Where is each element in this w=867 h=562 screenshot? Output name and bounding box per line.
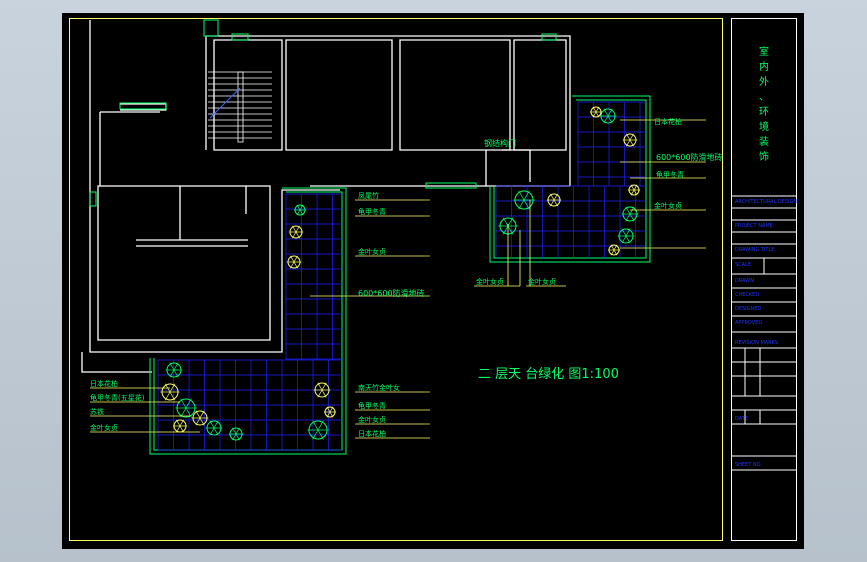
label-tile-left: 600*600防滑地砖	[358, 288, 425, 298]
label-left-l4: 金叶女贞	[90, 423, 118, 432]
plant-branch	[317, 420, 324, 431]
title-block-row: CHECKED	[735, 292, 759, 298]
label-center-b1: 南天竹金叶女	[358, 383, 400, 392]
title-block-char: 外	[759, 77, 769, 88]
title-block-row: APPROVED	[735, 320, 762, 326]
label-lower-bottom-l: 金叶女贞	[476, 277, 504, 286]
title-block-row: SCALE	[735, 262, 751, 268]
plant-branch	[502, 217, 509, 227]
plant-branch	[518, 190, 525, 201]
plant-branch	[180, 398, 187, 409]
tile-grid-right	[495, 101, 646, 258]
label-left-l3: 苏铁	[90, 407, 104, 416]
label-center-b4: 日本花柏	[358, 429, 386, 438]
title-block-row: REVISION MARKS	[735, 340, 778, 346]
plant-branch	[518, 199, 525, 210]
label-center-b3: 金叶女贞	[358, 415, 386, 424]
title-block-char: 、	[759, 92, 769, 103]
title-block-row: ARCHITECTURAL DESIGN	[735, 199, 797, 205]
stairs	[208, 71, 272, 143]
title-block-char: 装	[759, 137, 769, 148]
title-block-char: 室	[759, 47, 769, 58]
plant-branch	[164, 391, 171, 401]
title-block-row: DRAWN	[735, 278, 754, 284]
title-block-row: SHEET NO.	[735, 462, 762, 468]
title-block-row: DRAWING TITLE	[735, 247, 774, 253]
plant-branch	[507, 217, 514, 227]
label-center-t2: 龟甲冬青	[358, 207, 386, 216]
title-block-vertical-text: 室内外、环境装饰	[731, 45, 797, 165]
label-right-r1: 日本花柏	[654, 117, 682, 126]
title-block-char: 内	[759, 62, 769, 73]
label-right-r3: 金叶女贞	[654, 201, 682, 210]
title-block-row: DATE	[735, 416, 748, 422]
title-block-char: 环	[759, 107, 769, 118]
title-block-row: DESIGNED	[735, 306, 761, 312]
drawing-title: 二 层天 台绿化 图1:100	[478, 367, 619, 382]
building-walls	[81, 20, 571, 373]
label-center-b2: 龟甲冬青	[358, 401, 386, 410]
label-left-l2: 龟甲冬青(五星花)	[90, 393, 145, 402]
title-block-char: 饰	[759, 152, 769, 163]
label-tile-top: 600*600防滑地砖	[656, 152, 723, 162]
plant-branch	[502, 225, 509, 235]
plant-branch	[169, 391, 176, 401]
plant-branch	[507, 225, 514, 235]
title-block-grid	[731, 195, 797, 471]
plant-branch	[169, 383, 176, 393]
title-block-text: ARCHITECTURAL DESIGN PROJECT NAME DRAWING …	[735, 199, 797, 468]
label-right-r2: 龟甲冬青	[656, 170, 684, 179]
tile-grid-left	[157, 193, 342, 451]
label-rect-room: 钢结构门	[484, 138, 516, 148]
label-center-t1: 凤尾竹	[358, 191, 379, 200]
label-lower-bottom-r: 金叶女贞	[528, 277, 556, 286]
label-left-l1: 日本花柏	[90, 379, 118, 388]
label-center-t3: 金叶女贞	[358, 247, 386, 256]
plant-branch	[312, 420, 319, 431]
title-block-char: 境	[759, 122, 769, 133]
title-block-row: PROJECT NAME	[735, 223, 773, 229]
